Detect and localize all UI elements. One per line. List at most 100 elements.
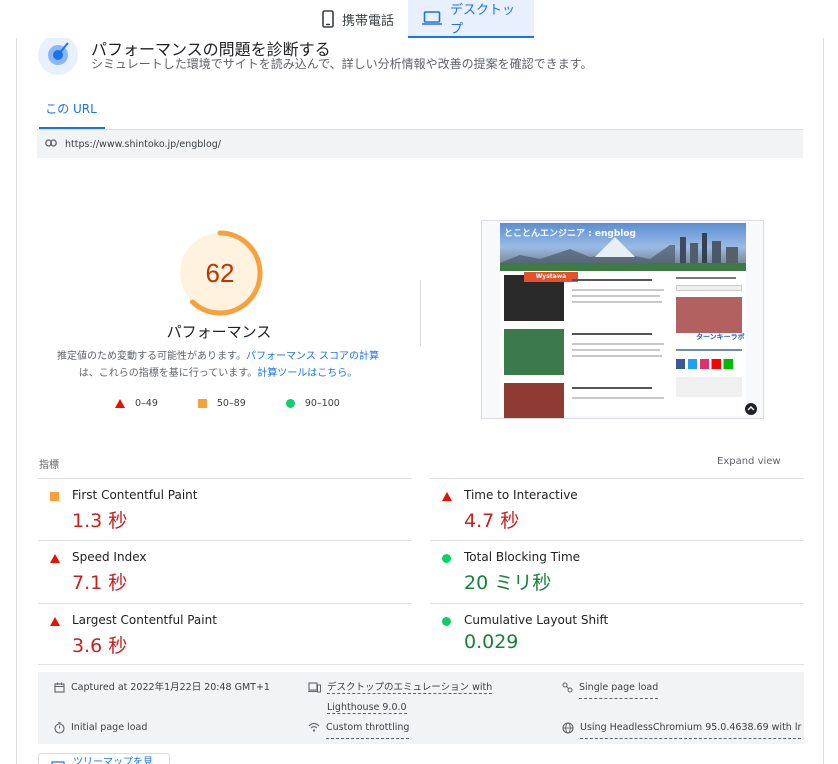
- report-card: パフォーマンスの問題を診断する シミュレートした環境でサイトを読み込んで、詳しい…: [16, 35, 824, 764]
- info-captured: Captured at 2022年1月22日 20:48 GMT+1: [54, 678, 270, 698]
- screenshot-text-line: [572, 343, 664, 345]
- tab-mobile[interactable]: 携帯電話: [308, 0, 408, 38]
- metric-largest-contentful-paint: Largest Contentful Paint 3.6 秒: [38, 603, 412, 665]
- legend-range-average: 50–89: [216, 398, 246, 409]
- calendar-icon: [54, 678, 65, 696]
- score-note-text1: 推定値のため変動する可能性があります。: [57, 351, 246, 362]
- screenshot-text-line: [572, 397, 664, 399]
- metric-first-contentful-paint: First Contentful Paint 1.3 秒: [38, 478, 412, 540]
- screenshot-social-icons: [676, 359, 742, 369]
- circle-icon: [285, 399, 295, 408]
- tab-this-url[interactable]: この URL: [37, 100, 105, 130]
- screenshot-text-line: [676, 349, 742, 351]
- score-note-text2: は、これらの指標を基に行っています。: [78, 368, 258, 379]
- emulation-line1[interactable]: デスクトップのエミュレーション with: [327, 682, 493, 694]
- metric-value: 4.7 秒: [464, 510, 520, 532]
- emulation-text: デスクトップのエミュレーション with Lighthouse 9.0.0: [327, 678, 493, 718]
- info-single-page: Single page load: [562, 678, 659, 699]
- legend-range-fail: 0–49: [135, 398, 158, 409]
- laptop-icon: [422, 11, 442, 25]
- screenshot-banner: Wystawa: [524, 272, 578, 282]
- circle-icon: [442, 554, 451, 563]
- tab-mobile-label: 携帯電話: [342, 13, 395, 29]
- metric-title: Total Blocking Time: [464, 550, 581, 564]
- gauge-label: パフォーマンス: [166, 323, 272, 341]
- score-legend: 0–49 50–89 90–100: [115, 398, 366, 409]
- captured-text: Captured at 2022年1月22日 20:48 GMT+1: [71, 682, 270, 693]
- treemap-icon: [51, 760, 65, 764]
- emulation-line2[interactable]: Lighthouse 9.0.0: [327, 702, 407, 714]
- square-icon: [50, 492, 59, 501]
- gauge-score: 62: [206, 258, 235, 288]
- screenshot-side-heading: ターンキーラボ: [696, 333, 745, 341]
- screenshot-sidebar: [674, 271, 744, 416]
- metric-value: 7.1 秒: [72, 572, 128, 594]
- screenshot-search-box: [676, 285, 742, 291]
- link-icon: [45, 138, 57, 150]
- run-info-panel: Captured at 2022年1月22日 20:48 GMT+1 デスクトッ…: [38, 672, 804, 744]
- metric-title: First Contentful Paint: [72, 488, 198, 502]
- legend-item-pass: 90–100: [285, 398, 340, 409]
- scroll-up-icon: [745, 400, 757, 418]
- diagnose-subtitle: シミュレートした環境でサイトを読み込んで、詳しい分析情報や改善の提案を確認できま…: [91, 57, 593, 71]
- phone-icon: [322, 10, 334, 28]
- legend-item-average: 50–89: [197, 398, 246, 409]
- circle-icon: [442, 617, 451, 626]
- screenshot-text-line: [572, 295, 660, 297]
- triangle-icon: [50, 554, 60, 563]
- triangle-icon: [50, 617, 60, 626]
- info-initial-load: Initial page load: [54, 718, 147, 738]
- screenshot-nav: [500, 263, 746, 271]
- screenshot-text-line: [676, 277, 736, 279]
- globe-icon: [562, 718, 574, 737]
- metric-title: Largest Contentful Paint: [72, 613, 217, 627]
- screenshot-widget: [676, 377, 742, 397]
- info-emulation: デスクトップのエミュレーション with Lighthouse 9.0.0: [308, 678, 493, 718]
- metric-speed-index: Speed Index 7.1 秒: [38, 540, 412, 602]
- metric-title: Cumulative Layout Shift: [464, 613, 609, 627]
- screenshot-text-line: [572, 355, 662, 357]
- metric-value: 20 ミリ秒: [464, 572, 552, 594]
- score-calc-link[interactable]: パフォーマンス スコアの計算: [246, 351, 379, 362]
- triangle-icon: [115, 399, 125, 408]
- metric-cumulative-layout-shift: Cumulative Layout Shift 0.029: [430, 603, 804, 665]
- expand-view-button[interactable]: Expand view: [717, 456, 781, 467]
- screenshot-text-line: [572, 301, 662, 303]
- screenshot-text-line: [572, 289, 664, 291]
- devices-icon: [308, 678, 321, 696]
- info-browser: Using HeadlessChromium 95.0.4638.69 with…: [562, 718, 802, 739]
- tab-desktop[interactable]: デスクトップ: [408, 0, 534, 38]
- screenshot-article-image: [504, 329, 564, 375]
- single-page-text[interactable]: Single page load: [579, 678, 659, 699]
- legend-item-fail: 0–49: [115, 398, 158, 409]
- page-screenshot[interactable]: とことんエンジニア : engblog Wystawa ターンキーラボ: [481, 220, 764, 419]
- metric-title: Speed Index: [72, 550, 147, 564]
- metric-time-to-interactive: Time to Interactive 4.7 秒: [430, 478, 804, 540]
- screenshot-article-image: [504, 383, 564, 418]
- vertical-divider: [420, 280, 421, 346]
- square-icon: [197, 399, 207, 408]
- screenshot-text-line: [572, 333, 652, 335]
- treemap-button[interactable]: ツリーマップを見る: [38, 753, 170, 764]
- metric-value: 1.3 秒: [72, 510, 128, 532]
- screenshot-page: とことんエンジニア : engblog Wystawa ターンキーラボ: [500, 223, 746, 418]
- calculator-link[interactable]: 計算ツールはこちら。: [257, 368, 357, 379]
- metrics-heading: 指標: [39, 460, 59, 471]
- metric-value: 3.6 秒: [72, 635, 128, 657]
- screenshot-ad: [676, 297, 742, 333]
- nodes-icon: [562, 678, 573, 696]
- wifi-icon: [308, 718, 320, 735]
- screenshot-header: とことんエンジニア : engblog: [500, 223, 746, 263]
- tested-url: https://www.shintoko.jp/engblog/: [65, 138, 221, 150]
- triangle-icon: [442, 492, 452, 501]
- performance-gauge: 62: [175, 228, 265, 318]
- treemap-label: ツリーマップを見る: [73, 757, 153, 764]
- metric-value: 0.029: [464, 631, 519, 653]
- screenshot-text-line: [572, 387, 652, 389]
- tab-desktop-label: デスクトップ: [450, 3, 516, 37]
- score-note: 推定値のため変動する可能性があります。パフォーマンス スコアの計算 は、これらの…: [53, 348, 383, 382]
- initial-load-text: Initial page load: [71, 722, 148, 733]
- browser-text[interactable]: Using HeadlessChromium 95.0.4638.69 with…: [580, 718, 802, 739]
- info-throttling: Custom throttling: [308, 718, 410, 739]
- throttling-text[interactable]: Custom throttling: [326, 718, 410, 739]
